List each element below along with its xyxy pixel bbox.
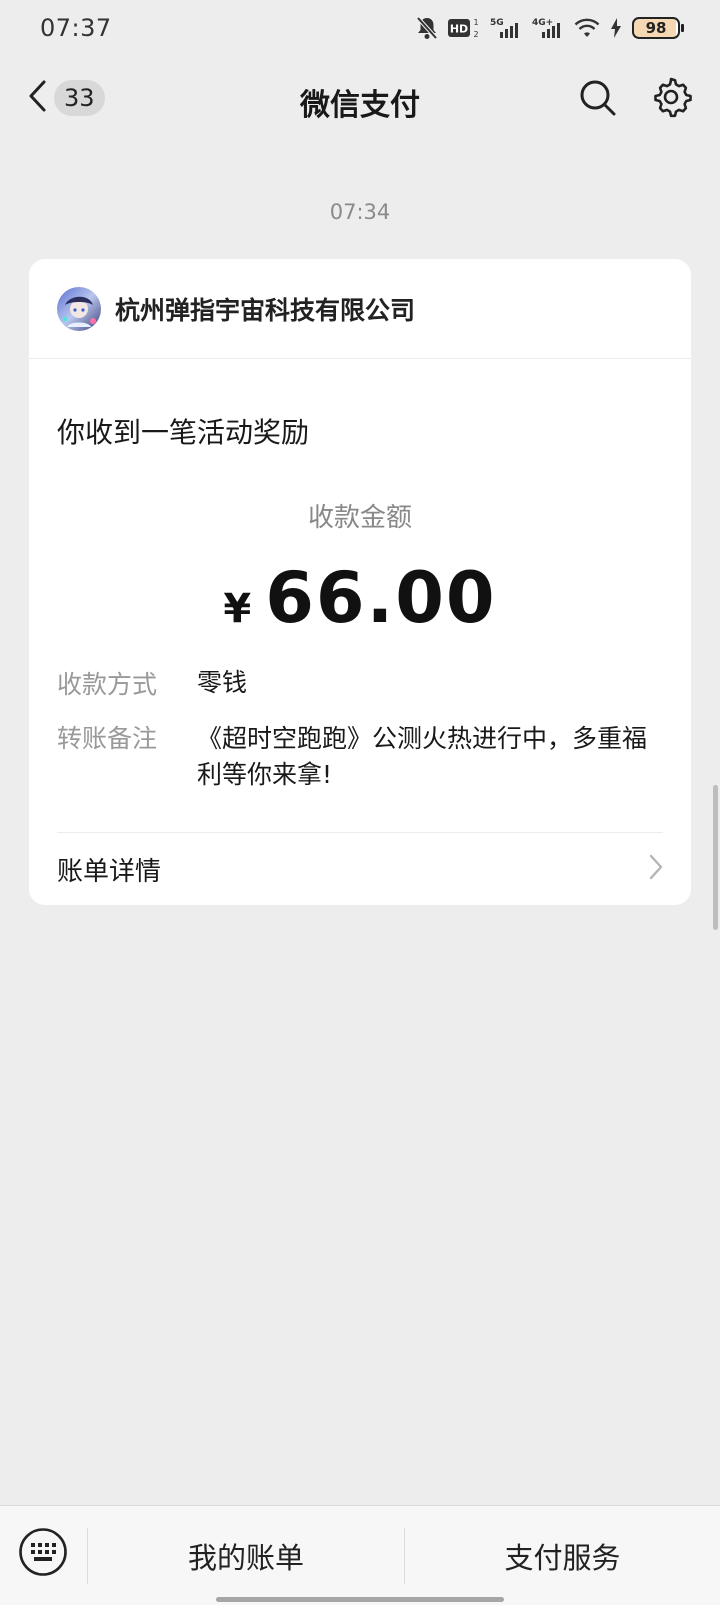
transfer-note-row: 转账备注 《超时空跑跑》公测火热进行中，多重福利等你来拿!: [57, 721, 663, 793]
transfer-note-value: 《超时空跑跑》公测火热进行中，多重福利等你来拿!: [197, 724, 648, 789]
amount-display: ¥ 66.00: [29, 557, 691, 639]
gear-icon[interactable]: [650, 76, 692, 122]
nav-bar: 33 微信支付: [0, 56, 720, 142]
charging-icon: [610, 17, 622, 39]
payment-method-row: 收款方式 零钱: [57, 665, 663, 701]
mute-bell-icon: [416, 16, 438, 40]
battery-indicator: 98: [632, 17, 684, 39]
payment-notification-card[interactable]: 杭州弹指宇宙科技有限公司 你收到一笔活动奖励 收款金额 ¥ 66.00 收款方式…: [29, 259, 691, 905]
pay-service-button[interactable]: 支付服务: [405, 1506, 720, 1605]
bill-detail-label: 账单详情: [57, 856, 162, 887]
svg-text:HD: HD: [450, 23, 468, 36]
hd-icon: HD 1 2: [448, 16, 480, 40]
card-header[interactable]: 杭州弹指宇宙科技有限公司: [29, 259, 691, 359]
signal-4g-icon: 4G+: [532, 16, 564, 40]
svg-text:5G: 5G: [490, 18, 504, 28]
amount-label: 收款金额: [307, 503, 412, 533]
scrollbar-thumb[interactable]: [713, 785, 718, 930]
svg-text:4G+: 4G+: [532, 18, 553, 28]
amount-value: 66.00: [265, 557, 497, 639]
svg-text:2: 2: [473, 30, 478, 39]
bottom-bar: 我的账单 支付服务: [0, 1505, 720, 1605]
message-timestamp: 07:34: [329, 200, 391, 224]
bill-detail-link[interactable]: 账单详情: [29, 833, 691, 905]
wifi-icon: [574, 17, 600, 39]
chevron-right-icon: [649, 854, 663, 884]
my-bill-button[interactable]: 我的账单: [88, 1506, 404, 1605]
home-indicator[interactable]: [216, 1597, 504, 1602]
payment-method-label: 收款方式: [57, 670, 158, 699]
status-time: 07:37: [40, 14, 112, 42]
payment-method-value: 零钱: [197, 668, 248, 697]
transfer-note-label: 转账备注: [57, 724, 158, 753]
merchant-avatar: [57, 286, 101, 331]
currency-symbol: ¥: [223, 586, 252, 632]
search-icon[interactable]: [578, 78, 618, 122]
notification-headline: 你收到一笔活动奖励: [57, 416, 310, 449]
signal-5g-icon: 5G: [490, 16, 522, 40]
status-bar: 07:37 HD 1 2 5G 4G+ 98: [0, 0, 720, 56]
svg-text:1: 1: [473, 18, 478, 27]
status-icons: HD 1 2 5G 4G+ 98: [416, 16, 684, 40]
keyboard-icon[interactable]: [18, 1527, 68, 1581]
merchant-name: 杭州弹指宇宙科技有限公司: [115, 295, 416, 325]
